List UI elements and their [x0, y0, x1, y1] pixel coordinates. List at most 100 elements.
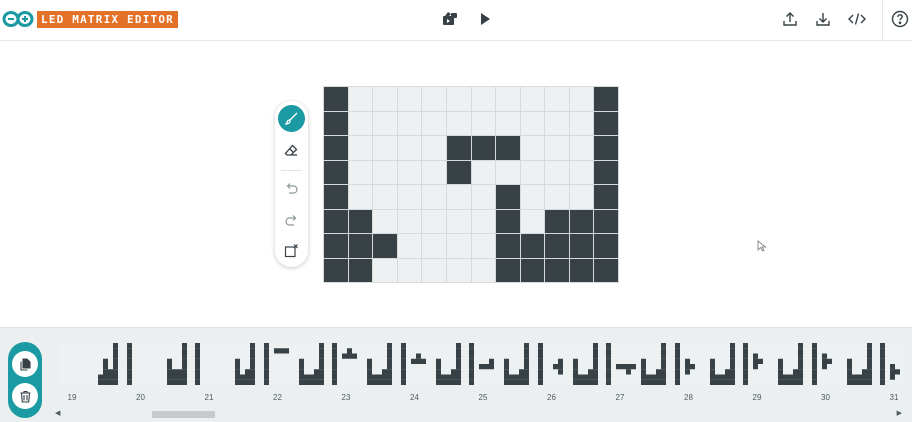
led-pixel[interactable]: [348, 87, 373, 111]
led-pixel[interactable]: [422, 185, 446, 209]
led-pixel[interactable]: [397, 258, 422, 282]
led-pixel[interactable]: [373, 87, 397, 111]
save-animation-icon[interactable]: [439, 8, 461, 30]
led-pixel[interactable]: [397, 136, 422, 160]
led-pixel[interactable]: [348, 111, 373, 135]
timeline-frame[interactable]: [126, 343, 187, 385]
led-pixel[interactable]: [594, 160, 618, 184]
led-pixel[interactable]: [471, 111, 496, 135]
led-pixel[interactable]: [569, 160, 594, 184]
brush-icon[interactable]: [278, 105, 305, 132]
led-pixel[interactable]: [373, 234, 397, 258]
timeline-frame[interactable]: [606, 343, 666, 385]
scrollbar-thumb[interactable]: [152, 411, 215, 418]
led-pixel[interactable]: [496, 87, 520, 111]
redo-icon[interactable]: [278, 207, 305, 234]
timeline-frame[interactable]: [400, 343, 461, 385]
led-pixel[interactable]: [471, 160, 496, 184]
code-icon[interactable]: [846, 8, 868, 30]
led-pixel[interactable]: [422, 111, 446, 135]
led-pixel[interactable]: [569, 136, 594, 160]
timeline-frame[interactable]: [674, 343, 735, 385]
led-pixel[interactable]: [446, 185, 471, 209]
led-pixel[interactable]: [446, 111, 471, 135]
led-pixel[interactable]: [324, 160, 348, 184]
timeline-frame[interactable]: [195, 343, 255, 385]
download-icon[interactable]: [812, 8, 834, 30]
led-pixel[interactable]: [373, 160, 397, 184]
led-pixel[interactable]: [496, 160, 520, 184]
led-pixel[interactable]: [397, 87, 422, 111]
led-pixel[interactable]: [397, 185, 422, 209]
led-pixel[interactable]: [446, 209, 471, 233]
led-pixel[interactable]: [520, 258, 545, 282]
led-pixel[interactable]: [348, 185, 373, 209]
led-pixel[interactable]: [569, 111, 594, 135]
led-pixel[interactable]: [545, 234, 569, 258]
timeline-frame[interactable]: [332, 343, 392, 385]
scroll-left-icon[interactable]: ◀: [55, 409, 60, 417]
led-pixel[interactable]: [545, 258, 569, 282]
led-pixel[interactable]: [348, 136, 373, 160]
led-pixel[interactable]: [324, 258, 348, 282]
led-pixel[interactable]: [594, 209, 618, 233]
led-pixel[interactable]: [569, 185, 594, 209]
led-pixel[interactable]: [397, 160, 422, 184]
led-pixel[interactable]: [397, 111, 422, 135]
timeline-frame[interactable]: [811, 343, 872, 385]
led-pixel[interactable]: [446, 136, 471, 160]
led-pixel[interactable]: [545, 87, 569, 111]
led-pixel[interactable]: [520, 136, 545, 160]
led-pixel[interactable]: [471, 136, 496, 160]
led-pixel[interactable]: [520, 111, 545, 135]
led-pixel[interactable]: [446, 87, 471, 111]
play-icon[interactable]: [474, 8, 496, 30]
clear-frame-icon[interactable]: [278, 237, 305, 264]
duplicate-frame-button[interactable]: [12, 351, 38, 377]
led-pixel[interactable]: [324, 185, 348, 209]
timeline-frame[interactable]: [469, 343, 529, 385]
timeline-frame[interactable]: [743, 343, 803, 385]
led-pixel[interactable]: [446, 258, 471, 282]
led-pixel[interactable]: [471, 234, 496, 258]
led-pixel[interactable]: [545, 209, 569, 233]
led-pixel[interactable]: [348, 258, 373, 282]
led-pixel[interactable]: [520, 160, 545, 184]
led-pixel[interactable]: [594, 234, 618, 258]
led-pixel[interactable]: [594, 87, 618, 111]
delete-frame-button[interactable]: [12, 383, 38, 409]
led-pixel[interactable]: [373, 258, 397, 282]
timeline-scrollbar[interactable]: ◀ ▶: [53, 408, 904, 419]
led-pixel[interactable]: [496, 136, 520, 160]
led-matrix-grid[interactable]: [323, 86, 619, 283]
led-pixel[interactable]: [422, 87, 446, 111]
led-pixel[interactable]: [520, 87, 545, 111]
led-pixel[interactable]: [446, 234, 471, 258]
led-pixel[interactable]: [520, 209, 545, 233]
led-pixel[interactable]: [324, 87, 348, 111]
eraser-icon[interactable]: [278, 137, 305, 164]
led-pixel[interactable]: [569, 87, 594, 111]
led-pixel[interactable]: [594, 111, 618, 135]
led-pixel[interactable]: [348, 209, 373, 233]
led-pixel[interactable]: [373, 136, 397, 160]
led-pixel[interactable]: [422, 258, 446, 282]
led-pixel[interactable]: [594, 136, 618, 160]
led-pixel[interactable]: [520, 185, 545, 209]
led-pixel[interactable]: [471, 87, 496, 111]
led-pixel[interactable]: [422, 136, 446, 160]
undo-icon[interactable]: [278, 175, 305, 202]
timeline-frame[interactable]: [880, 343, 904, 385]
led-pixel[interactable]: [324, 111, 348, 135]
led-pixel[interactable]: [397, 209, 422, 233]
led-pixel[interactable]: [496, 111, 520, 135]
led-pixel[interactable]: [545, 185, 569, 209]
led-pixel[interactable]: [422, 234, 446, 258]
led-pixel[interactable]: [569, 258, 594, 282]
led-pixel[interactable]: [496, 209, 520, 233]
led-pixel[interactable]: [397, 234, 422, 258]
led-pixel[interactable]: [348, 160, 373, 184]
led-pixel[interactable]: [569, 209, 594, 233]
led-pixel[interactable]: [348, 234, 373, 258]
led-pixel[interactable]: [471, 209, 496, 233]
